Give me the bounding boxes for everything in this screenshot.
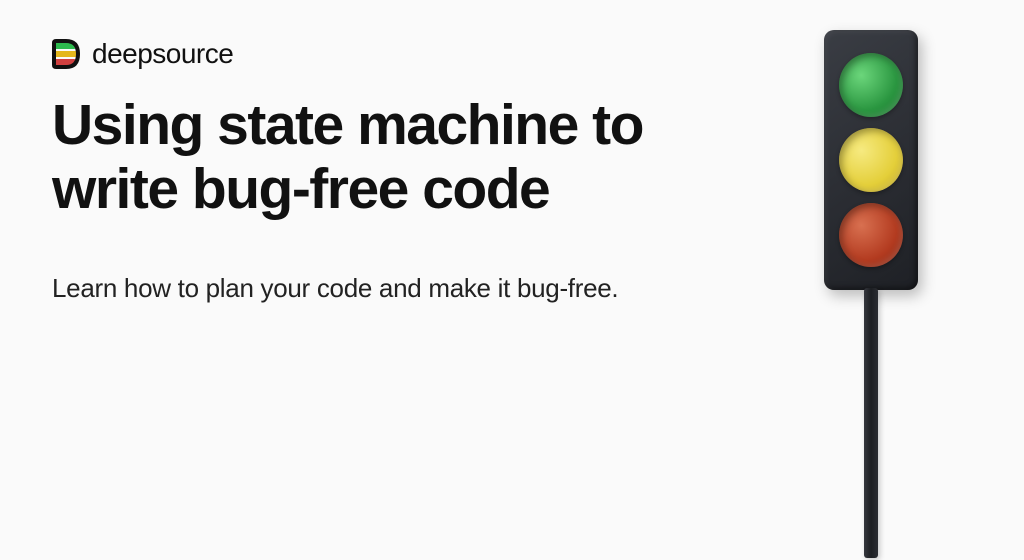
traffic-light-yellow-icon <box>839 128 903 192</box>
traffic-light-pole <box>864 288 878 558</box>
traffic-light-illustration <box>804 20 934 560</box>
traffic-light-housing <box>824 30 918 290</box>
page-subheadline: Learn how to plan your code and make it … <box>52 270 668 308</box>
brand-name: deepsource <box>92 38 233 70</box>
deepsource-logo-icon <box>52 39 82 69</box>
traffic-light-green-icon <box>839 53 903 117</box>
traffic-light-red-icon <box>839 203 903 267</box>
content-area: deepsource Using state machine to write … <box>0 0 720 345</box>
page-headline: Using state machine to write bug-free co… <box>52 94 668 222</box>
brand-header: deepsource <box>52 38 668 70</box>
